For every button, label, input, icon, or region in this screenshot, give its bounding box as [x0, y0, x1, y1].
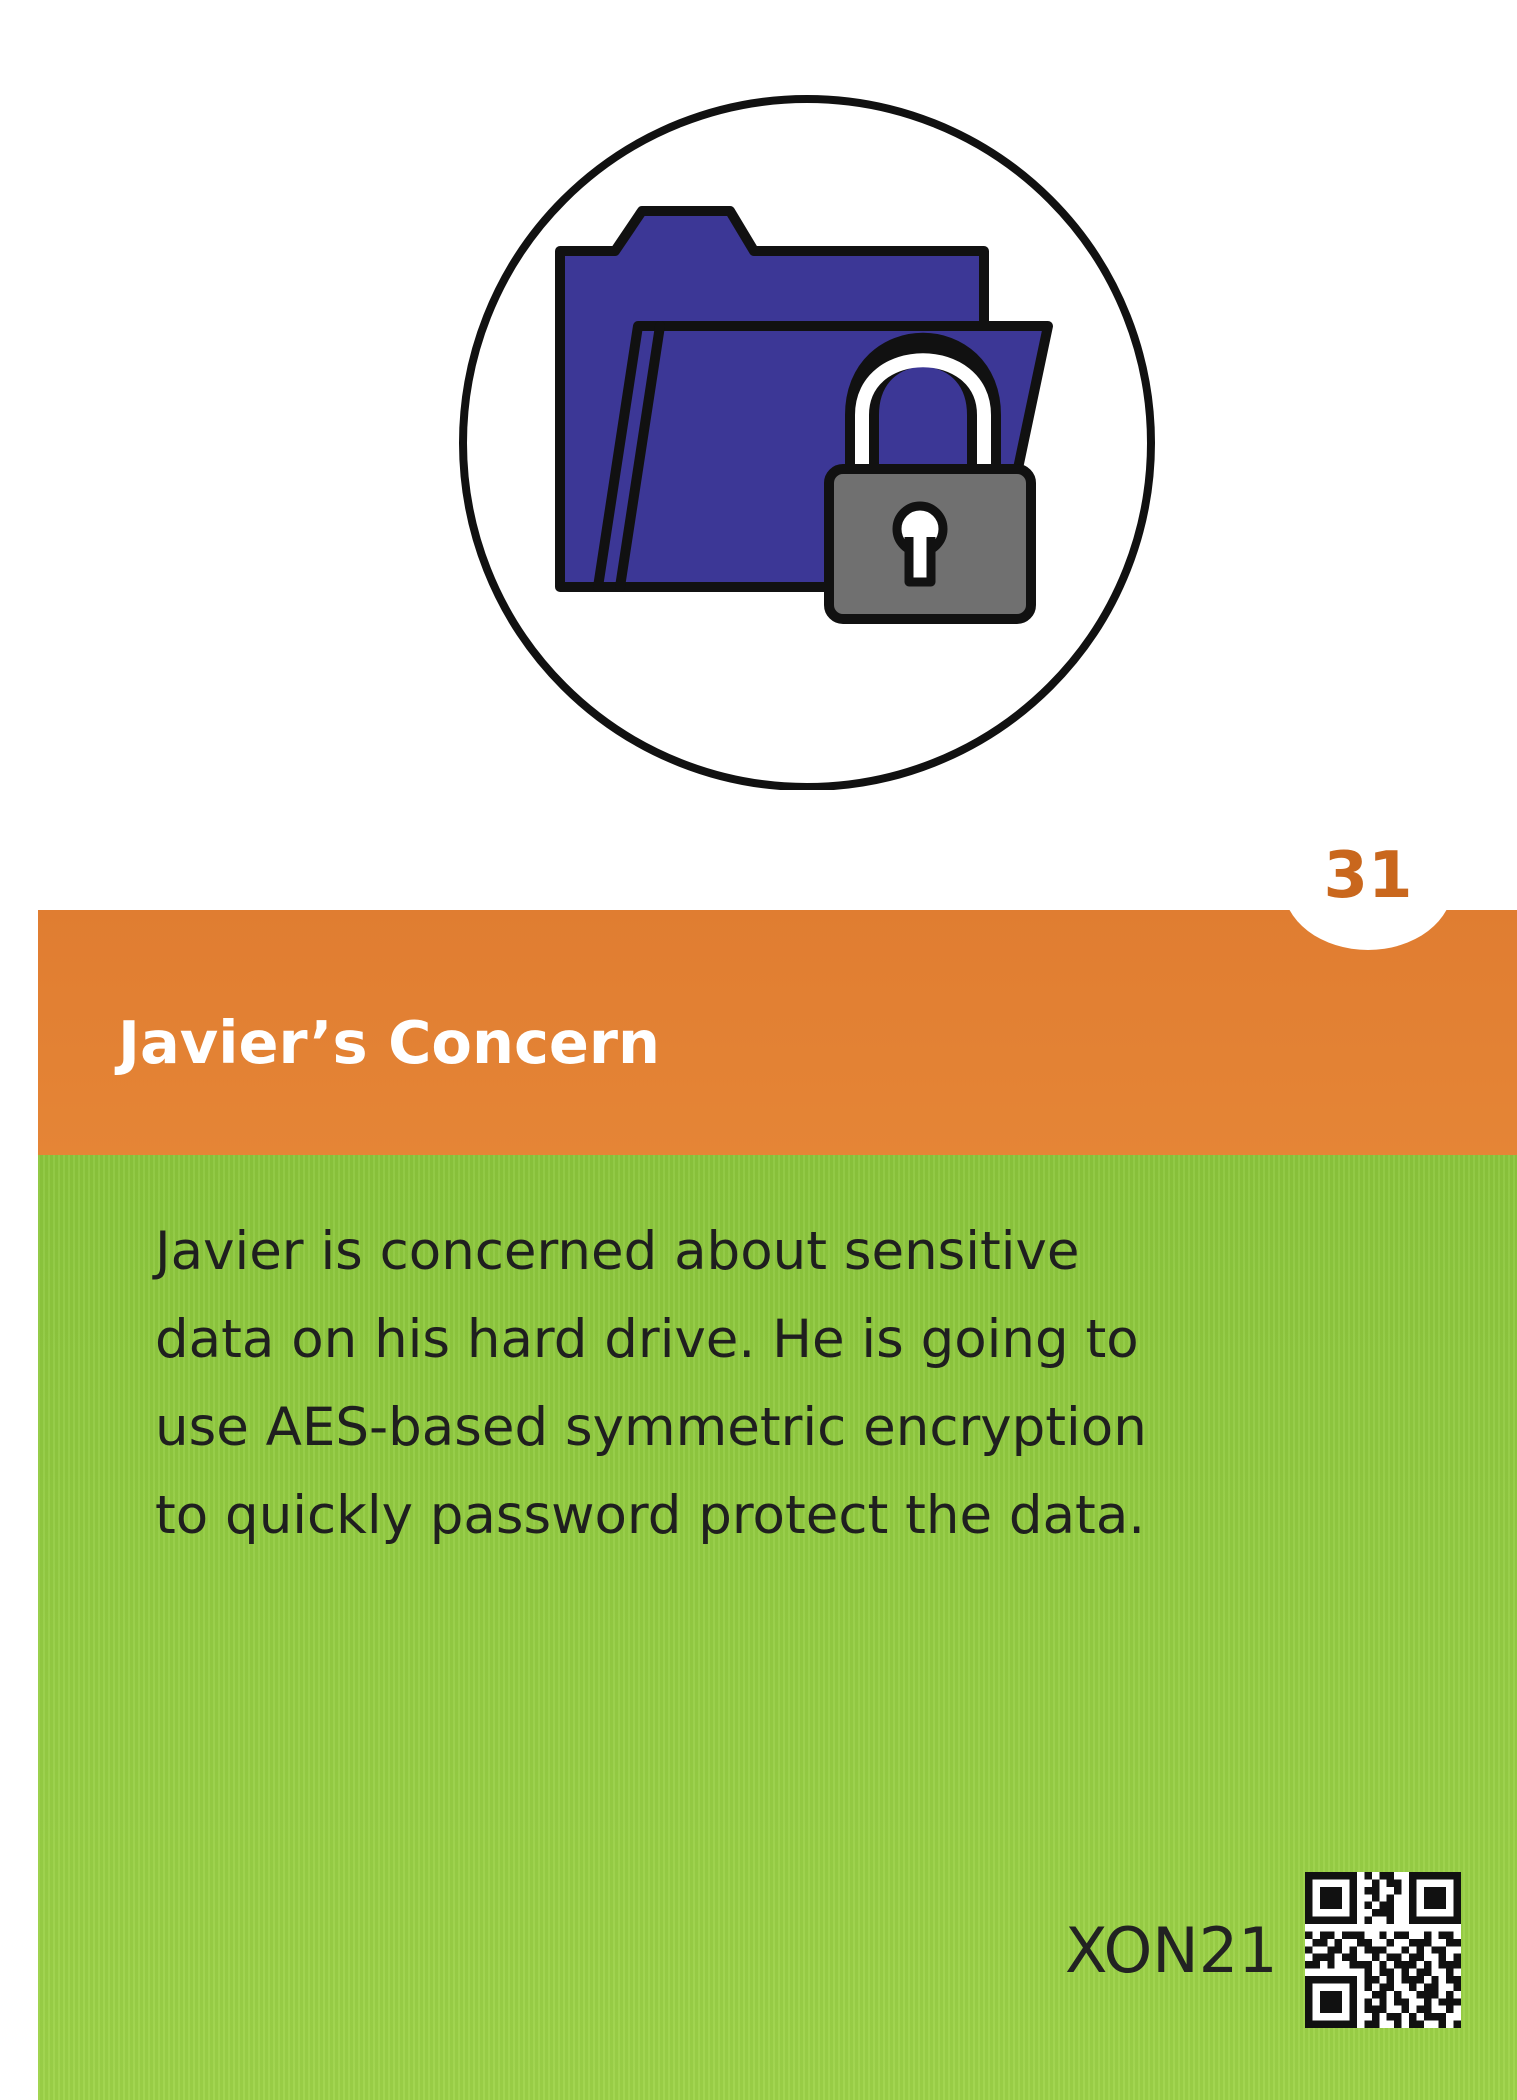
concern-card: 31 Javier’s Concern Javier is concerned … — [0, 0, 1517, 2100]
card-number-badge: 31 — [1283, 820, 1453, 950]
card-description-line-1: Javier is concerned about sensitive — [155, 1221, 1080, 1282]
card-description-line-3: use AES-based symmetric encryption — [155, 1397, 1147, 1458]
qr-code-icon — [1305, 1872, 1461, 2028]
card-description-line-4: to quickly password protect the data. — [155, 1485, 1146, 1546]
locked-folder-icon — [445, 95, 1170, 790]
card-code: XON21 — [1065, 1914, 1278, 1987]
card-description: Javier is concerned about sensitive data… — [155, 1208, 1335, 1560]
card-description-line-2: data on his hard drive. He is going to — [155, 1309, 1139, 1370]
card-number: 31 — [1323, 839, 1413, 913]
card-title: Javier’s Concern — [118, 1008, 661, 1077]
